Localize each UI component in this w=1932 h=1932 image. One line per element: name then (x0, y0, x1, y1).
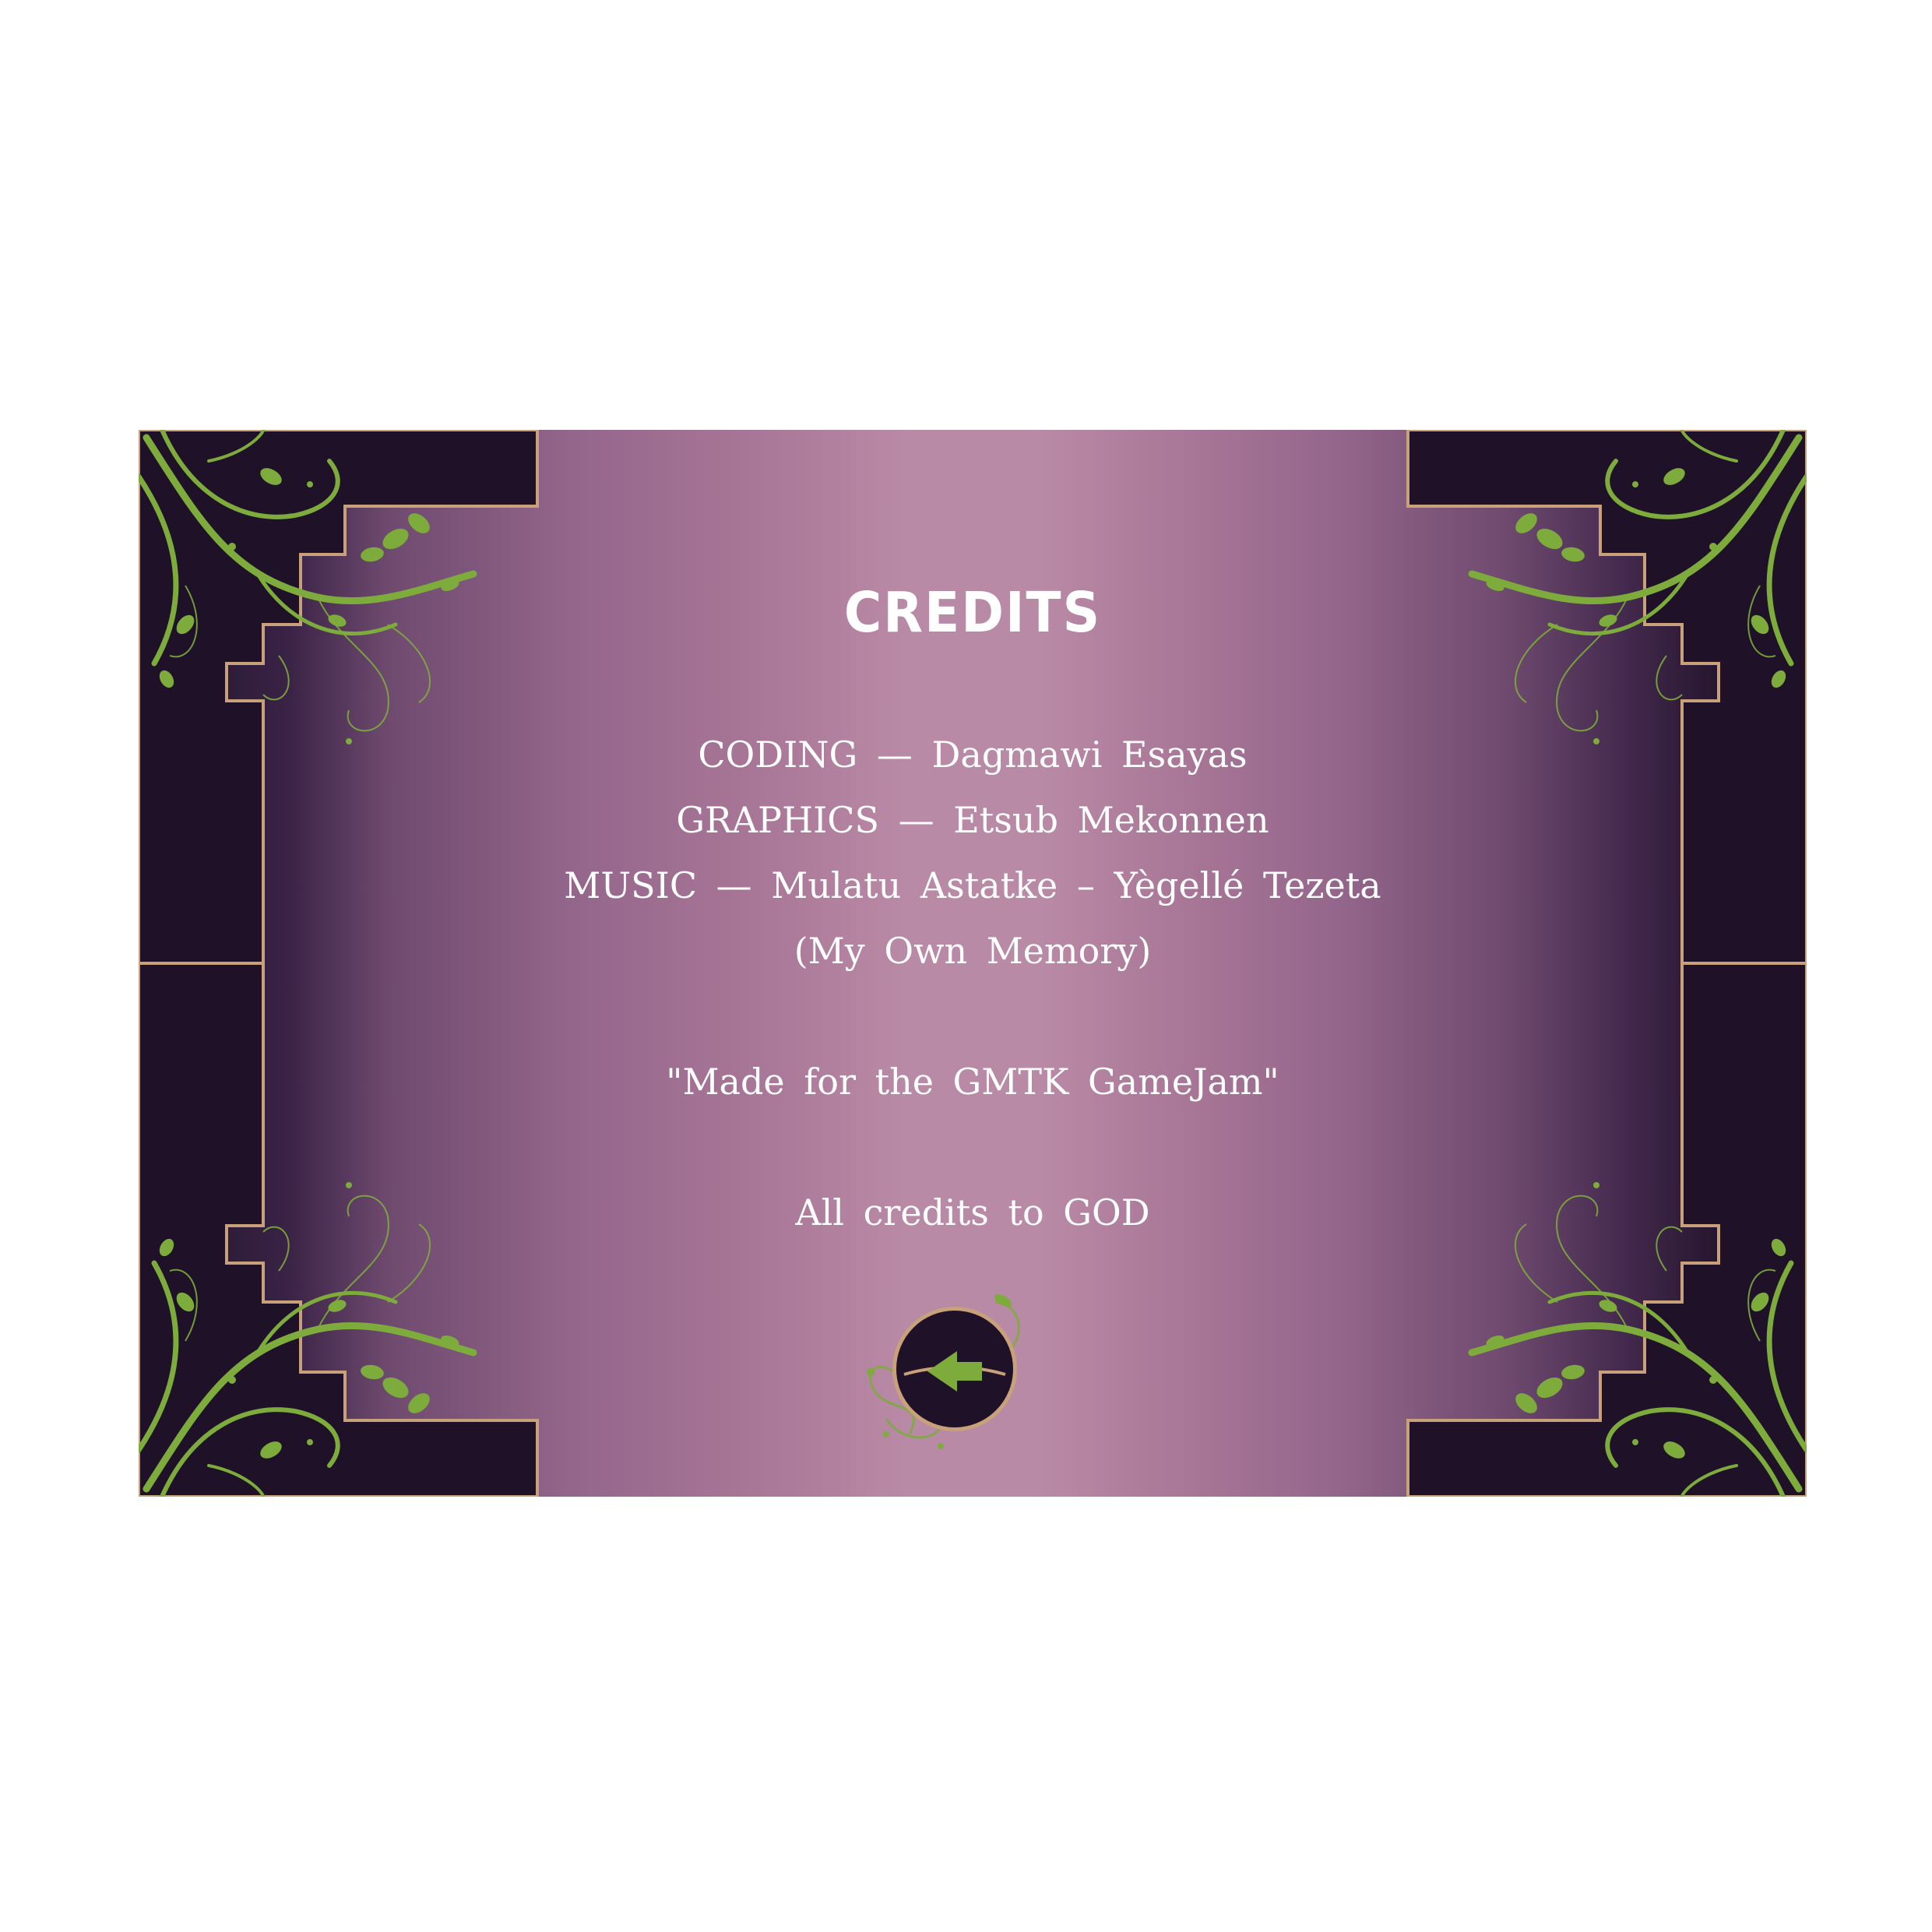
credits-screen: CREDITS CODING — Dagmawi Esayas GRAPHICS… (139, 430, 1807, 1497)
credit-graphics: GRAPHICS — Etsub Mekonnen (676, 799, 1269, 841)
page-title: CREDITS (843, 579, 1102, 646)
back-arrow-icon (903, 1351, 1006, 1392)
credit-music: MUSIC — Mulatu Astatke – Yègellé Tezeta (564, 864, 1381, 906)
credit-coding: CODING — Dagmawi Esayas (698, 734, 1248, 776)
back-button[interactable] (892, 1307, 1017, 1431)
tagline: "Made for the GMTK GameJam" (666, 1061, 1279, 1103)
credit-music-subtitle: (My Own Memory) (794, 930, 1152, 972)
dedication: All credits to GOD (795, 1191, 1150, 1233)
